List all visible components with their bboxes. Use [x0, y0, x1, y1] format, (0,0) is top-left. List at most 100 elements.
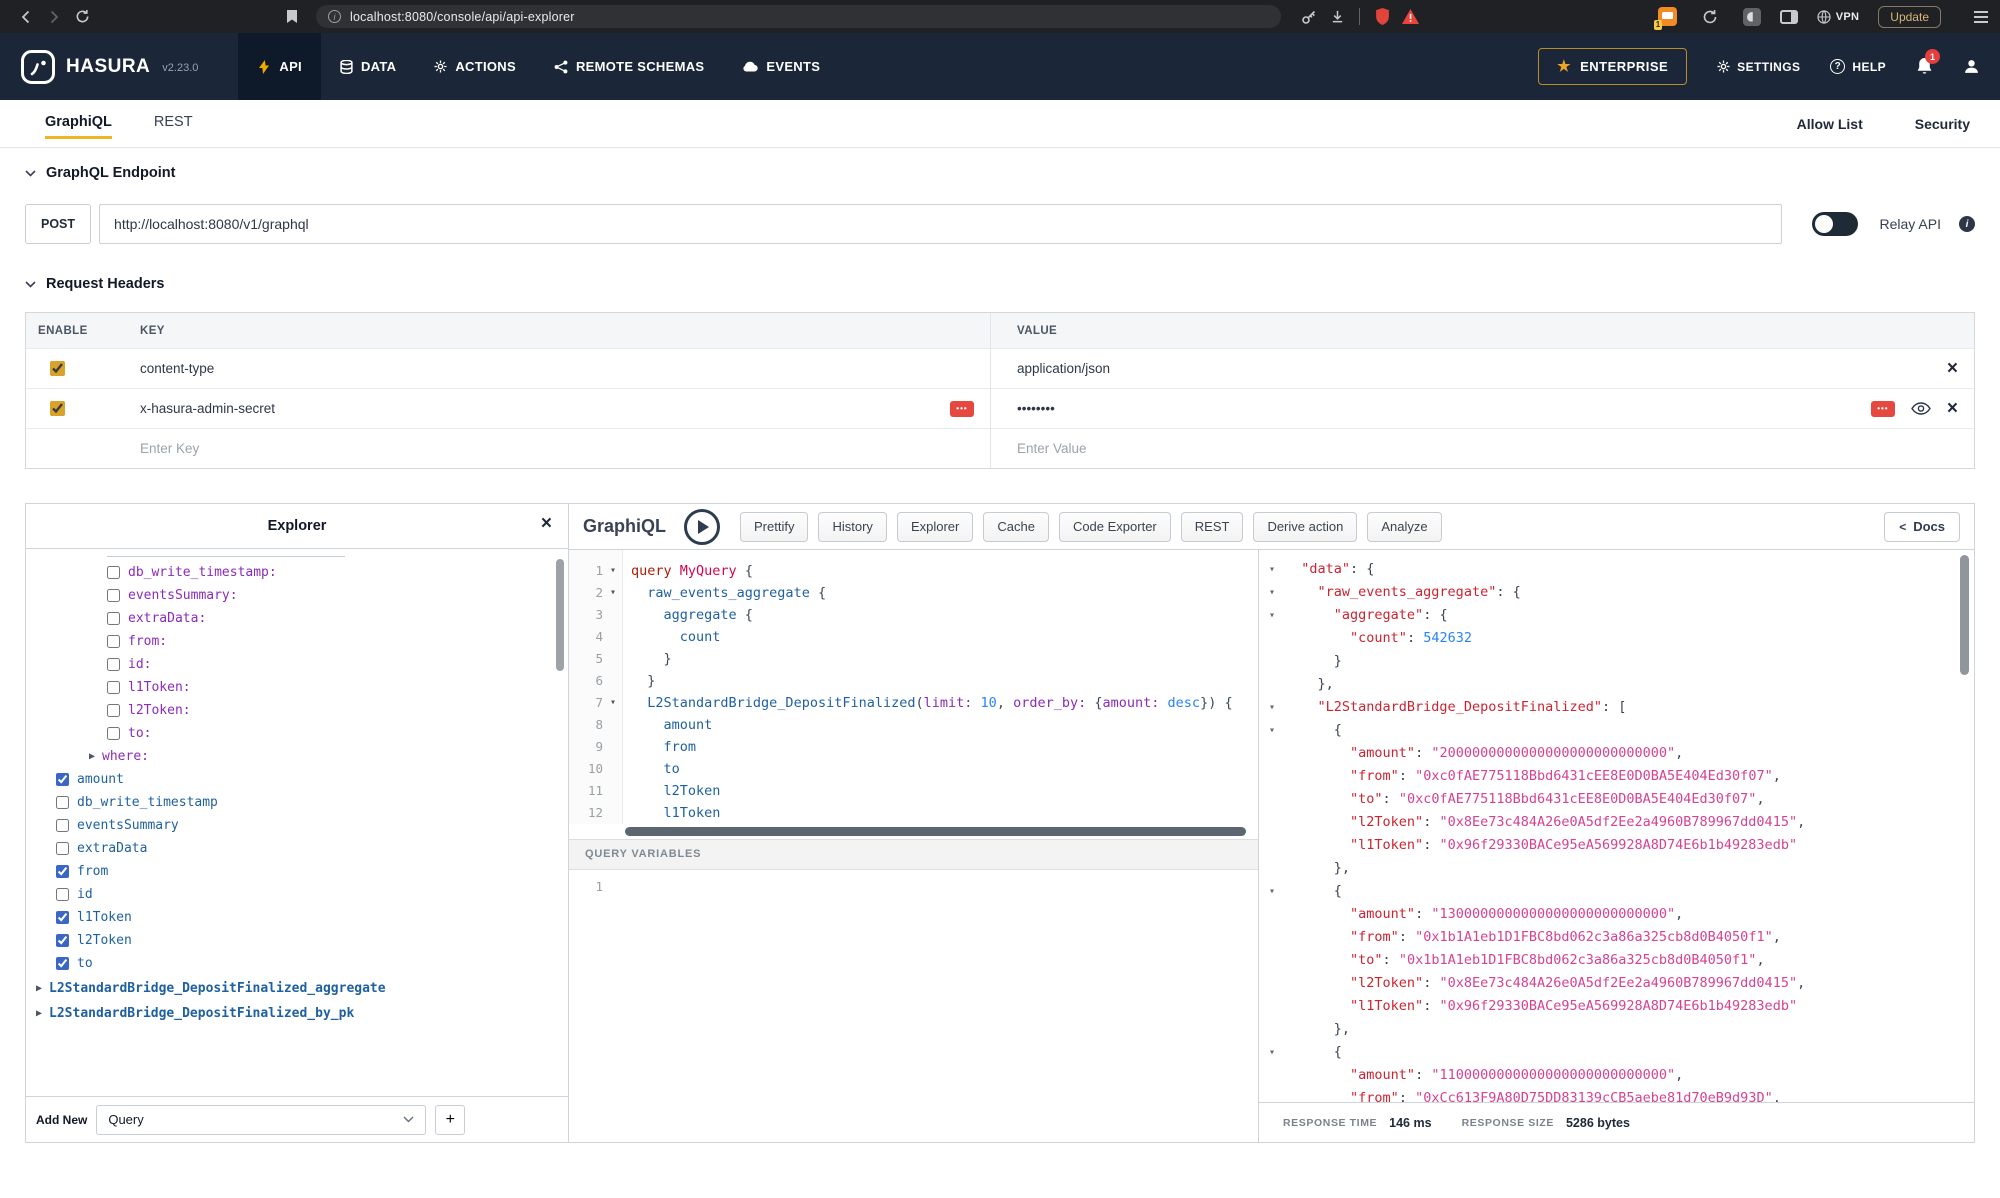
field-checkbox[interactable] — [107, 589, 120, 602]
field-checkbox[interactable] — [107, 658, 120, 671]
explorer-item-l1token[interactable]: l1Token — [26, 906, 568, 929]
toolbar-button-history[interactable]: History — [818, 512, 886, 542]
fold-icon[interactable]: ▾ — [1259, 604, 1285, 627]
explorer-item-from[interactable]: from — [26, 860, 568, 883]
field-checkbox[interactable] — [56, 819, 69, 832]
tab-rest[interactable]: REST — [154, 114, 193, 139]
field-checkbox[interactable] — [56, 957, 69, 970]
back-icon[interactable] — [12, 3, 40, 31]
site-info-icon[interactable]: i — [328, 10, 341, 23]
toolbar-button-explorer[interactable]: Explorer — [897, 512, 973, 542]
explorer-item-db-write-timestamp[interactable]: db_write_timestamp — [26, 791, 568, 814]
header-value-masked[interactable]: •••••••• — [1017, 401, 1055, 416]
query-variables-editor[interactable]: 1 — [569, 870, 1258, 1143]
add-operation-button[interactable]: + — [435, 1105, 465, 1135]
fold-icon[interactable]: ▾ — [1259, 719, 1285, 742]
explorer-item-eventssummary[interactable]: eventsSummary: — [26, 584, 568, 607]
headers-section-header[interactable]: Request Headers — [25, 276, 1975, 292]
new-header-value-input[interactable] — [1017, 441, 1878, 456]
account-button[interactable] — [1963, 58, 1980, 75]
field-checkbox[interactable] — [56, 796, 69, 809]
tab-graphiql[interactable]: GraphiQL — [45, 114, 112, 139]
explorer-item-id[interactable]: id — [26, 883, 568, 906]
header-key[interactable]: x-hasura-admin-secret — [140, 401, 275, 416]
nav-item-remote-schemas[interactable]: REMOTE SCHEMAS — [535, 33, 723, 100]
enable-checkbox[interactable] — [50, 401, 65, 416]
explorer-item-l2token[interactable]: l2Token — [26, 929, 568, 952]
security-link[interactable]: Security — [1915, 116, 1970, 132]
sync-extension-icon[interactable] — [1696, 3, 1724, 31]
new-header-key-input[interactable] — [140, 441, 905, 456]
notifications-button[interactable]: 1 — [1916, 57, 1933, 76]
graphql-endpoint-input[interactable] — [99, 204, 1781, 244]
side-panel-icon[interactable] — [1780, 10, 1798, 24]
explorer-item-l1token[interactable]: l1Token: — [26, 676, 568, 699]
allow-list-link[interactable]: Allow List — [1797, 116, 1863, 132]
nav-item-data[interactable]: DATA — [321, 33, 415, 100]
fold-icon[interactable]: ▾ — [603, 582, 623, 604]
info-icon[interactable]: i — [1959, 216, 1975, 232]
chat-extension-icon[interactable]: 1 — [1658, 7, 1677, 26]
download-icon[interactable] — [1323, 3, 1351, 31]
explorer-item-l2standardbridge-depositfinalized-by-pk[interactable]: ▶L2StandardBridge_DepositFinalized_by_pk — [26, 1002, 568, 1025]
explorer-item-db-write-timestamp[interactable]: db_write_timestamp: — [26, 561, 568, 584]
fold-icon[interactable]: ▾ — [1259, 581, 1285, 604]
fold-icon[interactable]: ▾ — [1259, 558, 1285, 581]
field-checkbox[interactable] — [56, 842, 69, 855]
remove-header-icon[interactable]: × — [1947, 359, 1958, 378]
header-key[interactable]: content-type — [140, 361, 214, 376]
query-variables-header[interactable]: QUERY VARIABLES — [569, 839, 1258, 870]
warning-extension-icon[interactable] — [1396, 3, 1424, 31]
vpn-indicator[interactable]: VPN — [1817, 10, 1860, 24]
relay-api-toggle[interactable] — [1812, 212, 1858, 236]
explorer-item-from[interactable]: from: — [26, 630, 568, 653]
hasura-brand[interactable]: HASURA v2.23.0 — [20, 49, 198, 85]
enterprise-button[interactable]: ★ ENTERPRISE — [1538, 48, 1687, 85]
field-checkbox[interactable] — [107, 612, 120, 625]
field-checkbox[interactable] — [56, 888, 69, 901]
secret-badge-icon[interactable]: ••• — [950, 401, 974, 417]
expand-arrow-icon[interactable]: ▶ — [89, 751, 95, 762]
field-checkbox[interactable] — [107, 681, 120, 694]
browser-menu-icon[interactable] — [1974, 11, 1988, 23]
toolbar-button-prettify[interactable]: Prettify — [740, 512, 808, 542]
explorer-item-eventssummary[interactable]: eventsSummary — [26, 814, 568, 837]
secret-badge-icon[interactable]: ••• — [1871, 401, 1895, 417]
explorer-item-l2standardbridge-depositfinalized-aggregate[interactable]: ▶L2StandardBridge_DepositFinalized_aggre… — [26, 977, 568, 1000]
explorer-item-id[interactable]: id: — [26, 653, 568, 676]
explorer-item-extradata[interactable]: extraData: — [26, 607, 568, 630]
field-checkbox[interactable] — [56, 934, 69, 947]
endpoint-section-header[interactable]: GraphQL Endpoint — [25, 165, 1975, 181]
help-link[interactable]: ? HELP — [1830, 59, 1886, 74]
field-checkbox[interactable] — [56, 865, 69, 878]
close-explorer-icon[interactable]: × — [541, 514, 552, 533]
browser-update-button[interactable]: Update — [1878, 6, 1941, 28]
field-checkbox[interactable] — [107, 704, 120, 717]
enable-checkbox[interactable] — [50, 361, 65, 376]
fold-icon[interactable]: ▾ — [603, 560, 623, 582]
expand-arrow-icon[interactable]: ▶ — [36, 1008, 42, 1019]
shield-extension-icon[interactable] — [1368, 3, 1396, 31]
remove-header-icon[interactable]: × — [1947, 399, 1958, 418]
expand-arrow-icon[interactable]: ▶ — [36, 983, 42, 994]
explorer-item-where[interactable]: ▶where: — [26, 745, 568, 768]
explorer-item-extradata[interactable]: extraData — [26, 837, 568, 860]
add-new-select[interactable]: Query — [96, 1105, 426, 1135]
bookmark-icon[interactable] — [278, 3, 306, 31]
fold-icon[interactable]: ▾ — [603, 692, 623, 714]
explorer-item-l2token[interactable]: l2Token: — [26, 699, 568, 722]
nav-item-events[interactable]: EVENTS — [723, 33, 839, 100]
dark-mode-extension-icon[interactable] — [1743, 8, 1761, 26]
horizontal-scrollbar[interactable] — [625, 827, 1246, 836]
forward-icon[interactable] — [40, 3, 68, 31]
explorer-item-to[interactable]: to — [26, 952, 568, 975]
explorer-item-amount[interactable]: amount — [26, 768, 568, 791]
header-value[interactable]: application/json — [1017, 361, 1110, 376]
toolbar-button-cache[interactable]: Cache — [983, 512, 1049, 542]
settings-link[interactable]: SETTINGS — [1717, 60, 1800, 74]
address-bar[interactable]: i localhost:8080/console/api/api-explore… — [316, 5, 1281, 28]
docs-button[interactable]: < Docs — [1884, 512, 1960, 542]
field-checkbox[interactable] — [56, 773, 69, 786]
field-checkbox[interactable] — [107, 727, 120, 740]
field-checkbox[interactable] — [56, 911, 69, 924]
